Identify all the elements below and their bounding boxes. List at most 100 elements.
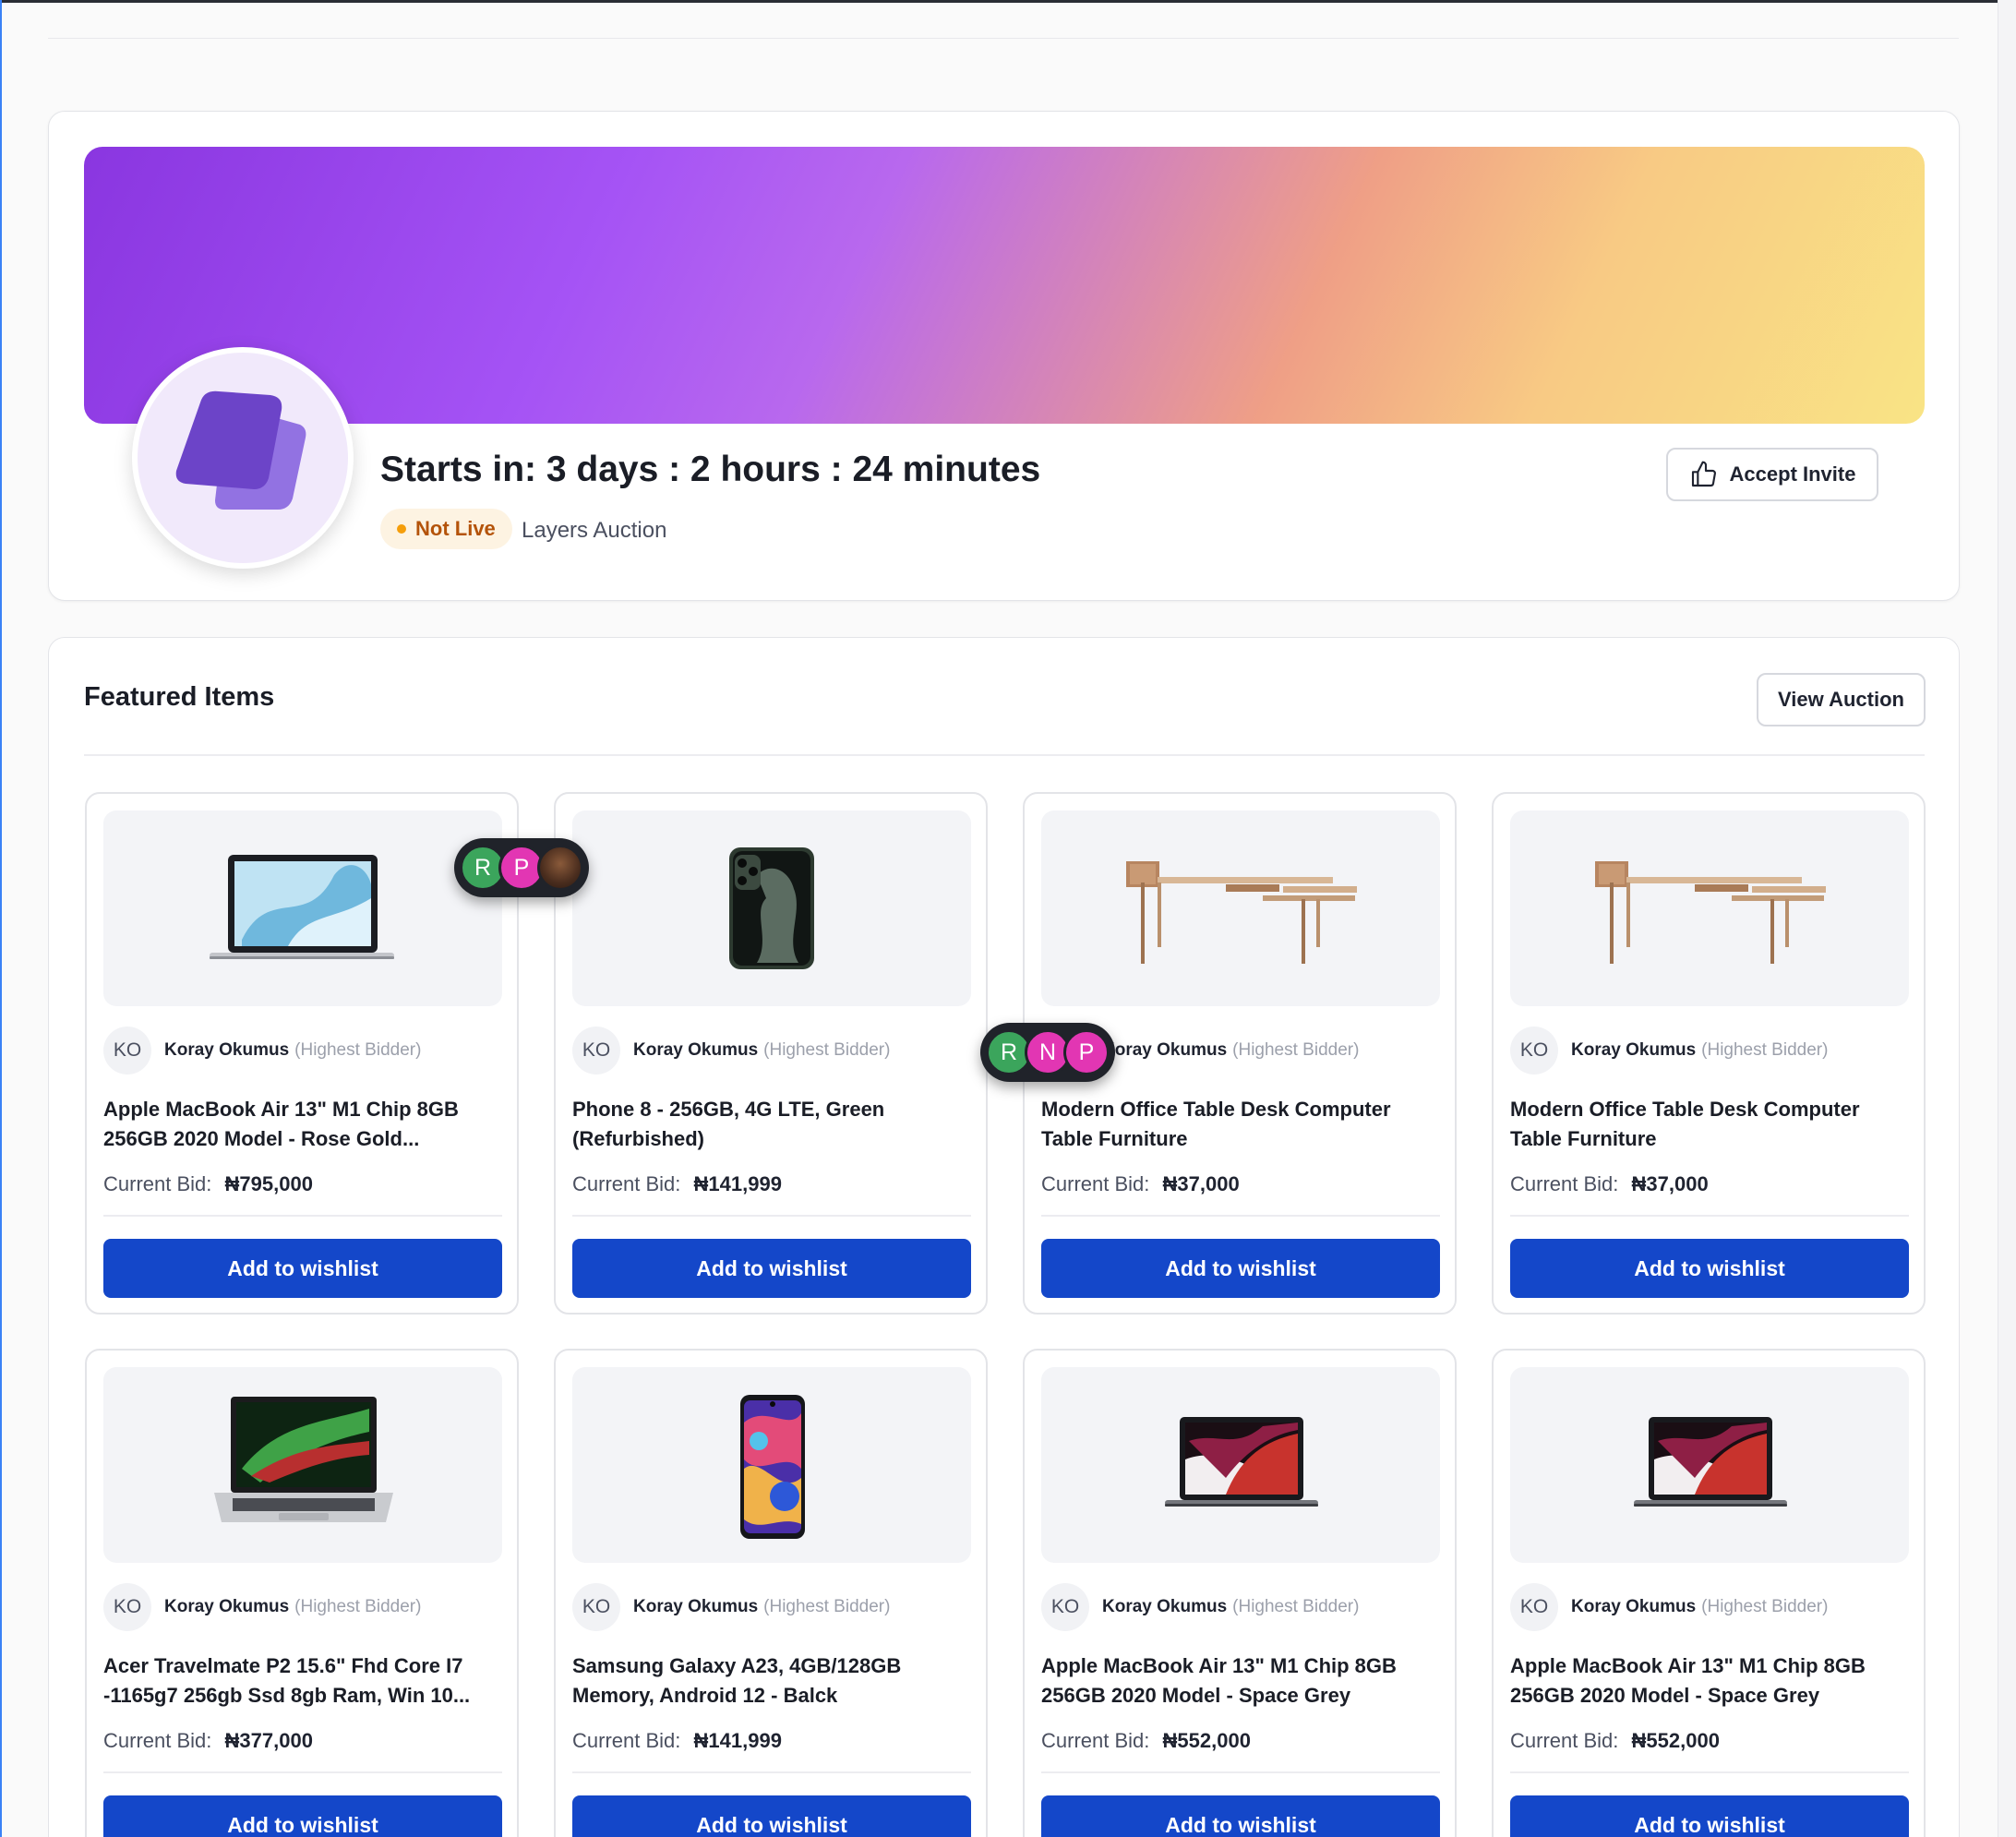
collaborator-avatar[interactable]: P <box>1063 1029 1110 1075</box>
item-image[interactable] <box>1510 1367 1909 1563</box>
bid-amount: ₦552,000 <box>1162 1729 1251 1752</box>
bidder-name: Koray Okumus <box>633 1040 759 1060</box>
view-auction-button[interactable]: View Auction <box>1757 673 1926 726</box>
add-to-wishlist-button[interactable]: Add to wishlist <box>1510 1239 1909 1298</box>
item-divider <box>1510 1215 1909 1217</box>
add-to-wishlist-button[interactable]: Add to wishlist <box>572 1795 971 1837</box>
macbook-pro-image <box>1165 1417 1318 1507</box>
bidder-row: KO Koray Okumus (Highest Bidder) <box>1041 1583 1359 1631</box>
add-to-wishlist-button[interactable]: Add to wishlist <box>103 1795 502 1837</box>
samsung-phone-image <box>740 1395 805 1539</box>
add-to-wishlist-button[interactable]: Add to wishlist <box>1041 1795 1440 1837</box>
add-to-wishlist-button[interactable]: Add to wishlist <box>572 1239 971 1298</box>
organization-name: Layers Auction <box>522 518 667 543</box>
auction-banner <box>84 147 1925 424</box>
item-image[interactable] <box>1041 810 1440 1006</box>
office-desk-image <box>1595 861 1826 964</box>
bid-label: Current Bid: <box>572 1172 681 1195</box>
item-image[interactable] <box>1510 810 1909 1006</box>
add-to-wishlist-button[interactable]: Add to wishlist <box>1510 1795 1909 1837</box>
bid-label: Current Bid: <box>1510 1729 1619 1752</box>
status-dot-icon <box>397 524 406 534</box>
macbook-air-image <box>210 855 394 959</box>
bidder-role: (Highest Bidder) <box>763 1597 891 1616</box>
item-divider <box>1510 1771 1909 1773</box>
item-card[interactable]: KO Koray Okumus (Highest Bidder) Apple M… <box>1023 1349 1457 1837</box>
item-image[interactable] <box>103 810 502 1006</box>
top-divider <box>48 38 1959 39</box>
item-image[interactable] <box>572 1367 971 1563</box>
accept-invite-label: Accept Invite <box>1729 462 1856 486</box>
collaborator-presence[interactable]: RNP <box>980 1023 1115 1082</box>
bidder-name: Koray Okumus <box>1571 1597 1697 1616</box>
item-divider <box>572 1215 971 1217</box>
add-to-wishlist-button[interactable]: Add to wishlist <box>1041 1239 1440 1298</box>
current-bid: Current Bid: ₦37,000 <box>1041 1172 1240 1196</box>
current-bid: Current Bid: ₦141,999 <box>572 1729 782 1753</box>
collaborator-photo-avatar[interactable] <box>537 845 583 891</box>
item-title[interactable]: Modern Office Table Desk Computer Table … <box>1041 1095 1438 1154</box>
item-image[interactable] <box>1041 1367 1440 1563</box>
window-left-border <box>0 0 2 1837</box>
current-bid: Current Bid: ₦37,000 <box>1510 1172 1709 1196</box>
item-title[interactable]: Apple MacBook Air 13" M1 Chip 8GB 256GB … <box>1510 1651 1907 1711</box>
avatar: KO <box>1510 1583 1558 1631</box>
bid-label: Current Bid: <box>1041 1729 1150 1752</box>
bidder-role: (Highest Bidder) <box>1232 1040 1360 1060</box>
bidder-role: (Highest Bidder) <box>294 1040 422 1060</box>
bid-amount: ₦37,000 <box>1631 1172 1709 1195</box>
bidder-name: Koray Okumus <box>633 1597 759 1616</box>
auction-header-card: Starts in: 3 days : 2 hours : 24 minutes… <box>48 111 1960 601</box>
current-bid: Current Bid: ₦141,999 <box>572 1172 782 1196</box>
iphone-green-image <box>729 847 814 969</box>
bid-label: Current Bid: <box>103 1729 212 1752</box>
acer-laptop-image <box>214 1397 393 1522</box>
item-divider <box>1041 1215 1440 1217</box>
item-divider <box>103 1215 502 1217</box>
window-top-border <box>0 0 2016 3</box>
item-divider <box>103 1771 502 1773</box>
bid-label: Current Bid: <box>103 1172 212 1195</box>
item-card[interactable]: KO Koray Okumus (Highest Bidder) Acer Tr… <box>85 1349 519 1837</box>
item-card[interactable]: KO Koray Okumus (Highest Bidder) Modern … <box>1492 792 1926 1315</box>
bidder-row: KO Koray Okumus (Highest Bidder) <box>572 1583 890 1631</box>
item-image[interactable] <box>103 1367 502 1563</box>
bidder-row: KO Koray Okumus (Highest Bidder) <box>572 1027 890 1075</box>
item-card[interactable]: KO Koray Okumus (Highest Bidder) Apple M… <box>1492 1349 1926 1837</box>
bid-label: Current Bid: <box>1041 1172 1150 1195</box>
item-title[interactable]: Apple MacBook Air 13" M1 Chip 8GB 256GB … <box>103 1095 500 1154</box>
current-bid: Current Bid: ₦795,000 <box>103 1172 313 1196</box>
item-title[interactable]: Apple MacBook Air 13" M1 Chip 8GB 256GB … <box>1041 1651 1438 1711</box>
add-to-wishlist-button[interactable]: Add to wishlist <box>103 1239 502 1298</box>
status-badge: Not Live <box>380 509 512 549</box>
bid-amount: ₦552,000 <box>1631 1729 1720 1752</box>
section-title: Featured Items <box>84 682 275 712</box>
current-bid: Current Bid: ₦552,000 <box>1510 1729 1720 1753</box>
current-bid: Current Bid: ₦377,000 <box>103 1729 313 1753</box>
avatar: KO <box>103 1583 151 1631</box>
collaborator-presence[interactable]: RP <box>454 838 589 897</box>
item-image[interactable] <box>572 810 971 1006</box>
bidder-name: Koray Okumus <box>1571 1040 1697 1060</box>
bidder-row: KO Koray Okumus (Highest Bidder) <box>1510 1027 1828 1075</box>
bidder-name: Koray Okumus <box>164 1040 290 1060</box>
avatar: KO <box>572 1583 620 1631</box>
bidder-role: (Highest Bidder) <box>763 1040 891 1060</box>
item-card[interactable]: KO Koray Okumus (Highest Bidder) Phone 8… <box>554 792 988 1315</box>
item-card[interactable]: KO Koray Okumus (Highest Bidder) Samsung… <box>554 1349 988 1837</box>
bid-label: Current Bid: <box>572 1729 681 1752</box>
item-divider <box>1041 1771 1440 1773</box>
avatar: KO <box>572 1027 620 1075</box>
bidder-name: Koray Okumus <box>164 1597 290 1616</box>
item-divider <box>572 1771 971 1773</box>
accept-invite-button[interactable]: Accept Invite <box>1666 448 1878 501</box>
scrollbar[interactable] <box>1998 0 2016 1837</box>
item-title[interactable]: Modern Office Table Desk Computer Table … <box>1510 1095 1907 1154</box>
bid-label: Current Bid: <box>1510 1172 1619 1195</box>
item-title[interactable]: Acer Travelmate P2 15.6" Fhd Core I7 -11… <box>103 1651 500 1711</box>
bidder-role: (Highest Bidder) <box>1232 1597 1360 1616</box>
bidder-row: KO Koray Okumus (Highest Bidder) <box>103 1027 421 1075</box>
item-title[interactable]: Samsung Galaxy A23, 4GB/128GB Memory, An… <box>572 1651 969 1711</box>
avatar: KO <box>1041 1583 1089 1631</box>
item-title[interactable]: Phone 8 - 256GB, 4G LTE, Green (Refurbis… <box>572 1095 969 1154</box>
